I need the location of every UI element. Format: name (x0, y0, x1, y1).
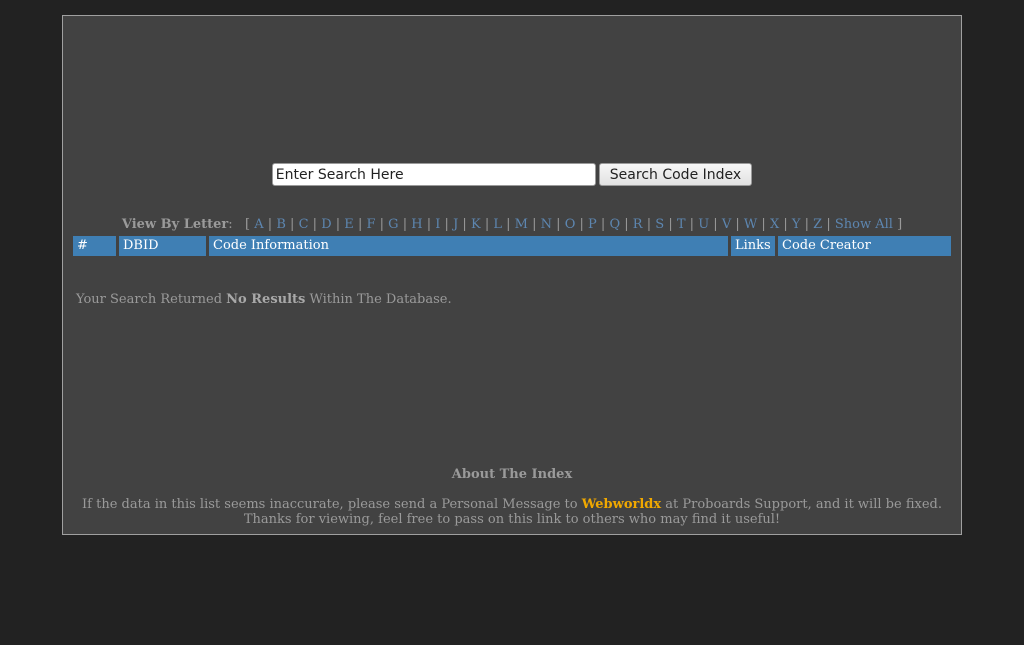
results-table-header: # DBID Code Information Links Code Creat… (73, 236, 952, 256)
letter-separator: | (484, 217, 490, 232)
column-header-links: Links (731, 236, 775, 256)
letter-link-x[interactable]: X (770, 217, 779, 232)
letter-link-s[interactable]: S (655, 217, 664, 232)
letter-link-w[interactable]: W (744, 217, 757, 232)
letter-link-e[interactable]: E (344, 217, 354, 232)
letter-separator: | (335, 217, 341, 232)
letter-separator: | (761, 217, 766, 232)
letter-separator: | (735, 217, 740, 232)
letter-link-i[interactable]: I (435, 217, 440, 232)
letter-separator: | (579, 217, 584, 232)
letter-link-o[interactable]: O (565, 217, 576, 232)
letter-list: A | B | C | D | E | F | G | H | I | J | … (254, 217, 835, 232)
letter-link-f[interactable]: F (366, 217, 375, 232)
letter-link-v[interactable]: V (722, 217, 731, 232)
view-by-letter-colon: : (228, 217, 233, 232)
letter-separator: | (357, 217, 363, 232)
column-header-dbid: DBID (119, 236, 206, 256)
letter-separator: | (783, 217, 788, 232)
view-by-letter-label: View By Letter (121, 217, 229, 232)
letter-link-b[interactable]: B (276, 217, 286, 232)
about-text: If the data in this list seems inaccurat… (63, 497, 961, 527)
letter-separator: | (713, 217, 718, 232)
show-all-link[interactable]: Show All (835, 217, 893, 232)
letter-navigation: View By Letter: [ A | B | C | D | E | F … (63, 217, 961, 232)
letter-link-u[interactable]: U (698, 217, 709, 232)
letter-separator: | (532, 217, 537, 232)
letter-link-r[interactable]: R (633, 217, 643, 232)
letter-separator: | (462, 217, 467, 232)
results-prefix: Your Search Returned (76, 292, 227, 307)
letter-separator: | (267, 217, 273, 232)
about-line-2: Thanks for viewing, feel free to pass on… (243, 512, 781, 527)
letter-separator: | (668, 217, 673, 232)
column-header-code-creator: Code Creator (778, 236, 951, 256)
letter-separator: | (689, 217, 695, 232)
letter-link-c[interactable]: C (299, 217, 309, 232)
letter-link-m[interactable]: M (515, 217, 528, 232)
letter-separator: | (646, 217, 652, 232)
results-emphasis: No Results (226, 292, 306, 307)
letter-link-h[interactable]: H (411, 217, 422, 232)
letter-separator: | (290, 217, 295, 232)
about-line-1-suffix: at Proboards Support, and it will be fix… (661, 497, 942, 512)
letter-separator: | (506, 217, 511, 232)
webworldx-user-link[interactable]: Webworldx (582, 497, 661, 512)
about-line-1: If the data in this list seems inaccurat… (63, 497, 961, 512)
letter-link-t[interactable]: T (677, 217, 686, 232)
code-index-panel: Search Code Index View By Letter: [ A | … (62, 15, 962, 535)
letter-link-z[interactable]: Z (813, 217, 822, 232)
letter-link-l[interactable]: L (493, 217, 502, 232)
search-code-index-button[interactable]: Search Code Index (598, 163, 753, 186)
about-line-1-prefix: If the data in this list seems inaccurat… (82, 497, 582, 512)
letter-separator: | (402, 217, 408, 232)
letter-separator: | (444, 217, 449, 232)
letter-separator: | (379, 217, 385, 232)
search-input[interactable] (271, 163, 596, 186)
letter-separator: | (600, 217, 606, 232)
letter-link-d[interactable]: D (321, 217, 331, 232)
letter-link-k[interactable]: K (471, 217, 481, 232)
letter-link-n[interactable]: N (541, 217, 552, 232)
search-results-message: Your Search Returned No Results Within T… (76, 292, 452, 307)
letter-separator: | (826, 217, 831, 232)
letter-separator: | (426, 217, 432, 232)
about-title: About The Index (451, 467, 573, 482)
letter-link-p[interactable]: P (588, 217, 597, 232)
search-bar: Search Code Index (63, 163, 961, 186)
letter-link-a[interactable]: A (254, 217, 263, 232)
letter-separator: | (624, 217, 629, 232)
letter-nav-open-bracket: [ (245, 217, 251, 232)
letter-nav-close-bracket: ] (897, 217, 903, 232)
column-header-code-information: Code Information (209, 236, 728, 256)
letter-link-q[interactable]: Q (609, 217, 620, 232)
letter-separator: | (556, 217, 561, 232)
letter-link-j[interactable]: J (453, 217, 458, 232)
letter-separator: | (312, 217, 318, 232)
letter-link-g[interactable]: G (388, 217, 398, 232)
letter-link-y[interactable]: Y (792, 217, 801, 232)
results-suffix: Within The Database. (305, 292, 452, 307)
letter-separator: | (804, 217, 809, 232)
column-header-number: # (73, 236, 116, 256)
